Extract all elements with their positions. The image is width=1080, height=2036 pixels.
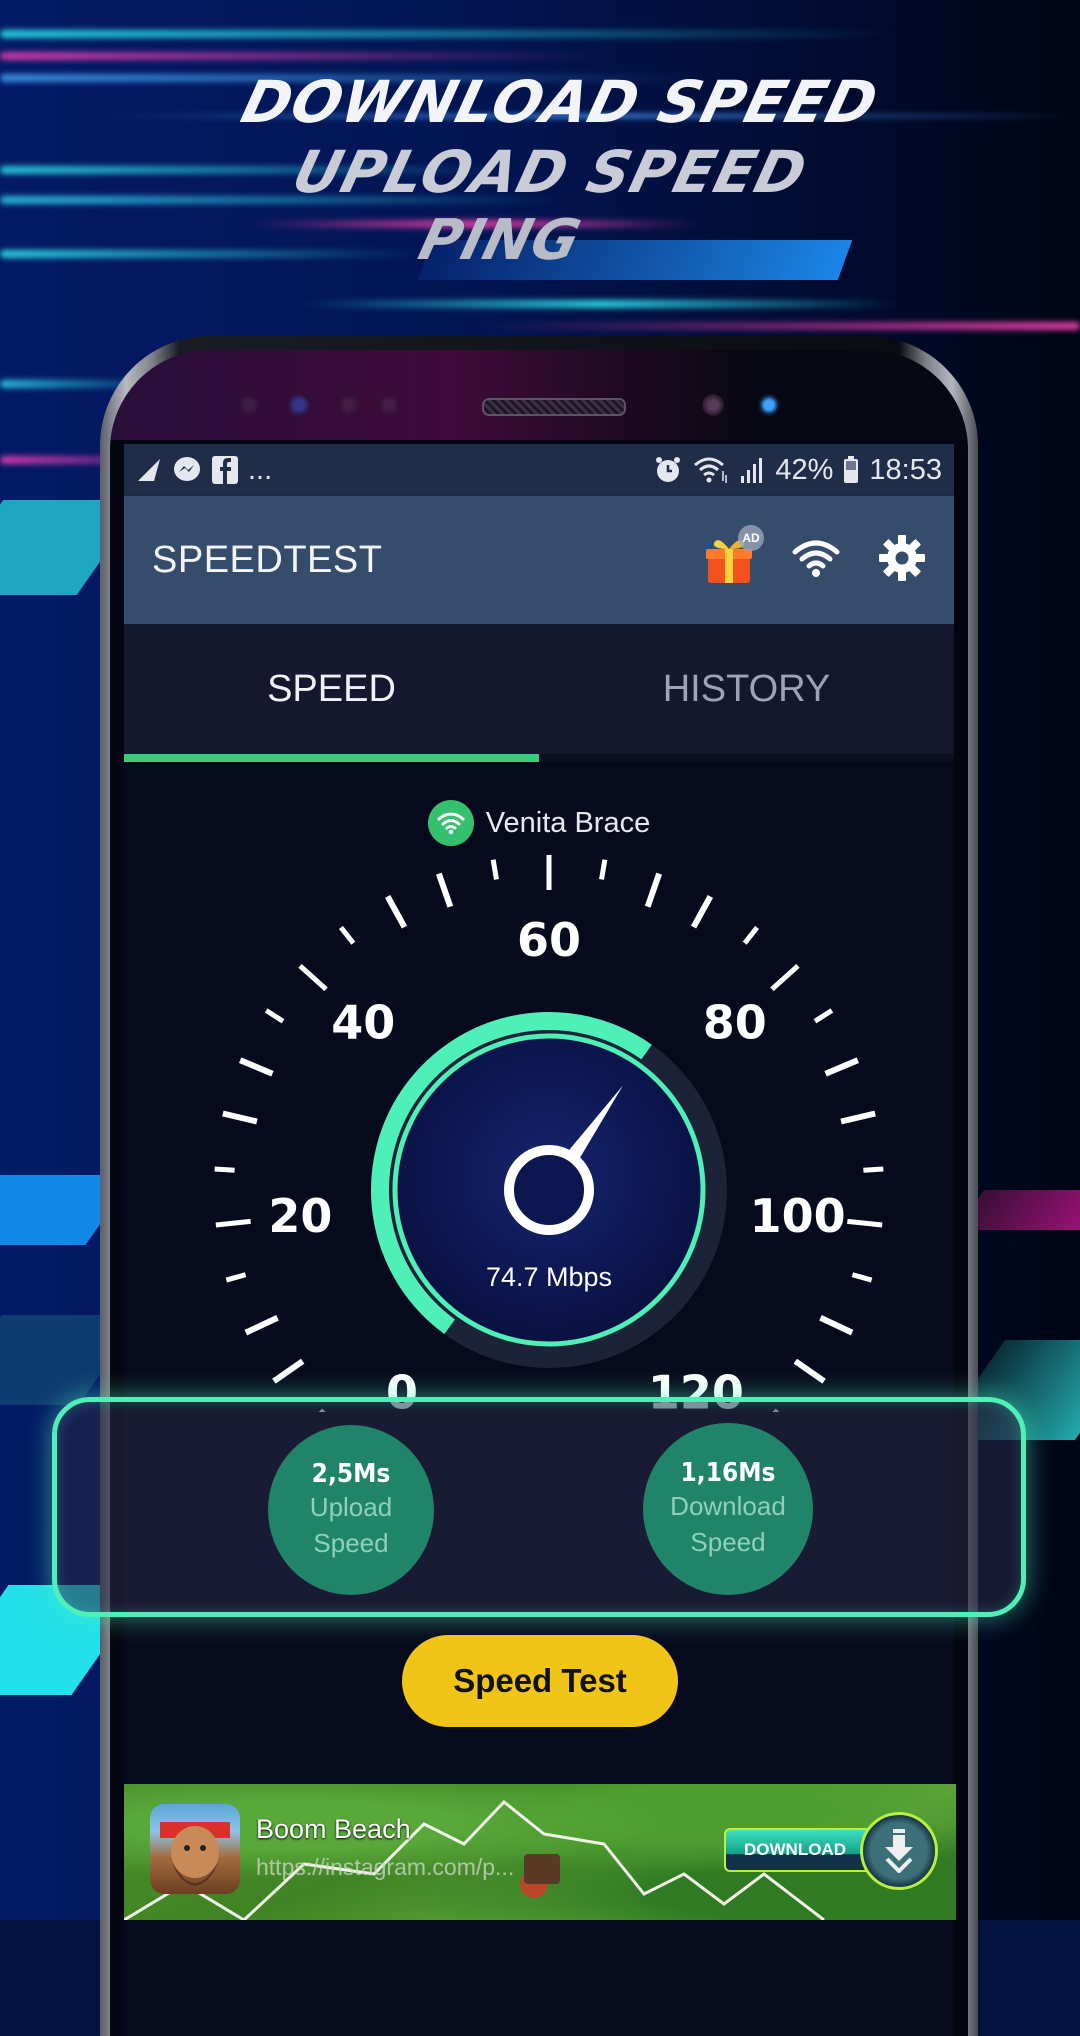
gauge-tick-label: 80: [703, 996, 767, 1050]
download-label-line1: Download: [670, 1491, 786, 1521]
speed-test-button[interactable]: Speed Test: [402, 1635, 678, 1727]
gauge-tick: [824, 1057, 859, 1077]
gauge-tick: [215, 1218, 251, 1228]
gear-icon: [879, 534, 925, 581]
ad-url: https://instagram.com/p...: [256, 1854, 515, 1880]
gauge-tick: [847, 1218, 883, 1228]
network-name: Venita Brace: [485, 806, 651, 839]
gauge-tick-label: 20: [268, 1189, 332, 1243]
light-streak: [0, 30, 900, 38]
gauge-tick: [863, 1166, 884, 1173]
facebook-icon: [212, 456, 238, 484]
gauge-tick: [770, 963, 800, 992]
gauge-tick: [599, 859, 608, 880]
wifi-icon: [693, 455, 729, 485]
active-tab-indicator: [124, 754, 539, 762]
app-title: SPEEDTEST: [152, 538, 383, 581]
notification-icons: ...: [136, 454, 272, 487]
status-bar: ... 42% 18:53: [124, 444, 954, 496]
more-notifications: ...: [248, 453, 273, 486]
gauge-tick: [222, 1110, 258, 1125]
phone-frame: ... 42% 18:53 SPEEDTEST AD SPEED HISTORY…: [100, 336, 978, 2036]
gauge-tick-label: 100: [750, 1189, 846, 1243]
gauge-tick-label: 60: [517, 913, 581, 967]
stats-highlight-box: [52, 1397, 1026, 1617]
gauge-tick: [298, 963, 328, 992]
wifi-icon: [437, 812, 465, 835]
gauge-tick: [690, 894, 714, 929]
wifi-button[interactable]: [792, 538, 840, 583]
battery-icon: [843, 456, 859, 484]
clock: 18:53: [869, 453, 942, 486]
gauge-hub: [504, 1145, 594, 1235]
upload-value: 2,5Ms: [311, 1459, 391, 1489]
gauge-tick: [338, 925, 356, 945]
upload-label-line1: Upload: [309, 1492, 393, 1522]
speed-readout: 74.7 Mbps: [486, 1262, 612, 1292]
app-bar: SPEEDTEST AD: [124, 496, 954, 624]
light-streak: [300, 300, 900, 308]
network-badge: [427, 800, 474, 846]
gauge-tick: [742, 925, 760, 945]
gauge-tick: [225, 1272, 247, 1283]
gauge-tick: [644, 872, 663, 908]
earpiece-speaker: [482, 398, 626, 416]
gauge-tick: [244, 1315, 279, 1336]
gauge-tick: [819, 1315, 854, 1336]
promo-headline-download: DOWNLOAD SPEED: [234, 68, 886, 136]
gauge-tick: [384, 894, 408, 929]
download-arrow-icon: [860, 1812, 938, 1890]
sensor-icon: [338, 394, 360, 416]
sensor-icon: [378, 394, 400, 416]
ad-download-label: DOWNLOAD: [724, 1828, 874, 1872]
upload-speed-stat: 2,5Ms Upload Speed: [268, 1425, 434, 1595]
ad-title: Boom Beach: [256, 1814, 411, 1844]
download-speed-stat: 1,16Ms Download Speed: [643, 1423, 813, 1595]
phone-bezel: [110, 350, 968, 440]
battery-percent: 42%: [775, 453, 834, 486]
gauge-tick: [851, 1272, 873, 1283]
light-streak: [480, 322, 1080, 330]
promo-headline-upload: UPLOAD SPEED: [286, 138, 814, 206]
signal-icon: [739, 456, 765, 484]
ad-app-icon: [150, 1804, 240, 1894]
gauge-tick: [264, 1008, 285, 1024]
download-label-line2: Speed: [690, 1527, 766, 1557]
speed-gauge: 020406080100120 74.7 Mbps: [214, 855, 884, 1412]
sensor-icon: [288, 394, 310, 416]
navigation-icon: [136, 457, 162, 483]
front-camera-icon: [702, 394, 724, 416]
tab-speed-label: SPEED: [267, 667, 396, 710]
alarm-icon: [653, 455, 683, 485]
ad-download-button[interactable]: DOWNLOAD: [724, 1812, 938, 1890]
network-info: Venita Brace: [124, 800, 954, 846]
promo-headline-ping: PING: [412, 208, 588, 273]
ad-badge: AD: [738, 525, 764, 551]
gauge-tick-label: 40: [331, 996, 395, 1050]
tab-history-label: HISTORY: [662, 667, 831, 710]
gift-ad-button[interactable]: AD: [704, 525, 764, 585]
iris-scanner-icon: [758, 394, 780, 416]
wifi-icon: [792, 540, 840, 577]
tab-speed[interactable]: SPEED: [124, 624, 539, 754]
sensor-icon: [238, 394, 260, 416]
messenger-icon: [172, 455, 202, 485]
gauge-tick: [239, 1057, 274, 1077]
gauge-tick: [490, 859, 499, 880]
tab-bar: SPEED HISTORY: [124, 624, 954, 762]
gauge-tick: [214, 1166, 235, 1173]
gauge-tick: [793, 1358, 826, 1384]
gauge-tick: [813, 1008, 834, 1024]
light-streak: [0, 52, 600, 60]
system-icons: 42% 18:53: [653, 454, 942, 487]
settings-button[interactable]: [878, 534, 926, 587]
download-value: 1,16Ms: [680, 1458, 776, 1488]
gauge-tick: [435, 872, 454, 908]
ad-banner[interactable]: Boom Beach https://instagram.com/p... DO…: [124, 1784, 956, 1920]
gauge-tick: [840, 1110, 876, 1125]
upload-label-line2: Speed: [313, 1528, 389, 1558]
gauge-tick: [272, 1358, 305, 1384]
tab-history[interactable]: HISTORY: [539, 624, 954, 754]
